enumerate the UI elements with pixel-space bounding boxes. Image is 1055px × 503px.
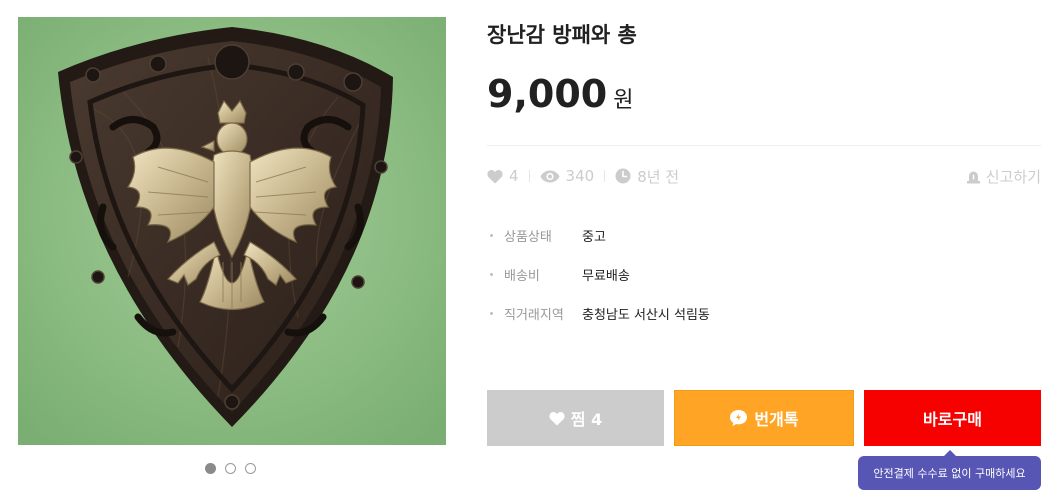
wish-button[interactable]: 찜 4	[487, 390, 664, 446]
bullet	[490, 312, 493, 315]
detail-label: 직거래지역	[504, 308, 564, 323]
shield-eagle-photo	[18, 17, 446, 445]
bullet	[490, 273, 493, 276]
gallery-dot-3[interactable]	[245, 463, 256, 474]
tooltip-text: 안전결제 수수료 없이 구매하세요	[873, 467, 1026, 480]
price-unit: 원	[613, 88, 634, 113]
detail-label: 상품상태	[504, 230, 552, 245]
stat-divider	[604, 170, 606, 182]
detail-value: 중고	[582, 230, 606, 245]
product-price: 9,000 원	[487, 72, 633, 116]
product-title: 장난감 방패와 총	[487, 23, 637, 47]
chat-label: 번개톡	[754, 410, 799, 429]
detail-row-shipping: 배송비 무료배송	[490, 255, 710, 294]
chat-bubble-icon	[730, 410, 748, 426]
product-details: 상품상태 중고 배송비 무료배송 직거래지역 충청남도 서산시 석림동	[490, 216, 710, 333]
safe-payment-tooltip: 안전결제 수수료 없이 구매하세요	[858, 450, 1041, 490]
views-count: 340	[565, 167, 595, 185]
price-value: 9,000	[487, 72, 608, 116]
detail-value: 충청남도 서산시 석림동	[582, 308, 710, 323]
detail-row-condition: 상품상태 중고	[490, 216, 710, 255]
time-ago: 8년 전	[637, 167, 680, 186]
stat-divider	[528, 170, 530, 182]
product-image[interactable]	[18, 17, 446, 445]
product-stats: 4 340 8년 전	[487, 165, 679, 187]
likes-count: 4	[509, 167, 519, 185]
detail-row-location: 직거래지역 충청남도 서산시 석림동	[490, 294, 710, 333]
gallery-pagination	[205, 463, 256, 474]
buy-now-button[interactable]: 바로구매	[864, 390, 1041, 446]
wish-label: 찜 4	[570, 410, 603, 429]
heart-icon	[487, 169, 503, 183]
clock-icon	[615, 168, 631, 184]
detail-value: 무료배송	[582, 269, 630, 284]
gallery-dot-1[interactable]	[205, 463, 216, 474]
detail-label: 배송비	[504, 269, 540, 284]
buy-label: 바로구매	[923, 410, 982, 429]
heart-icon	[549, 411, 565, 425]
siren-icon	[966, 171, 980, 183]
report-button[interactable]: 신고하기	[966, 165, 1041, 187]
eye-icon	[540, 170, 560, 182]
price-divider	[487, 145, 1041, 146]
tooltip-arrow	[943, 450, 956, 456]
bullet	[490, 234, 493, 237]
views-stat: 340	[540, 167, 595, 185]
report-label: 신고하기	[985, 167, 1041, 186]
time-stat: 8년 전	[615, 166, 679, 187]
likes-stat: 4	[487, 167, 519, 185]
chat-button[interactable]: 번개톡	[674, 390, 854, 446]
gallery-dot-2[interactable]	[225, 463, 236, 474]
